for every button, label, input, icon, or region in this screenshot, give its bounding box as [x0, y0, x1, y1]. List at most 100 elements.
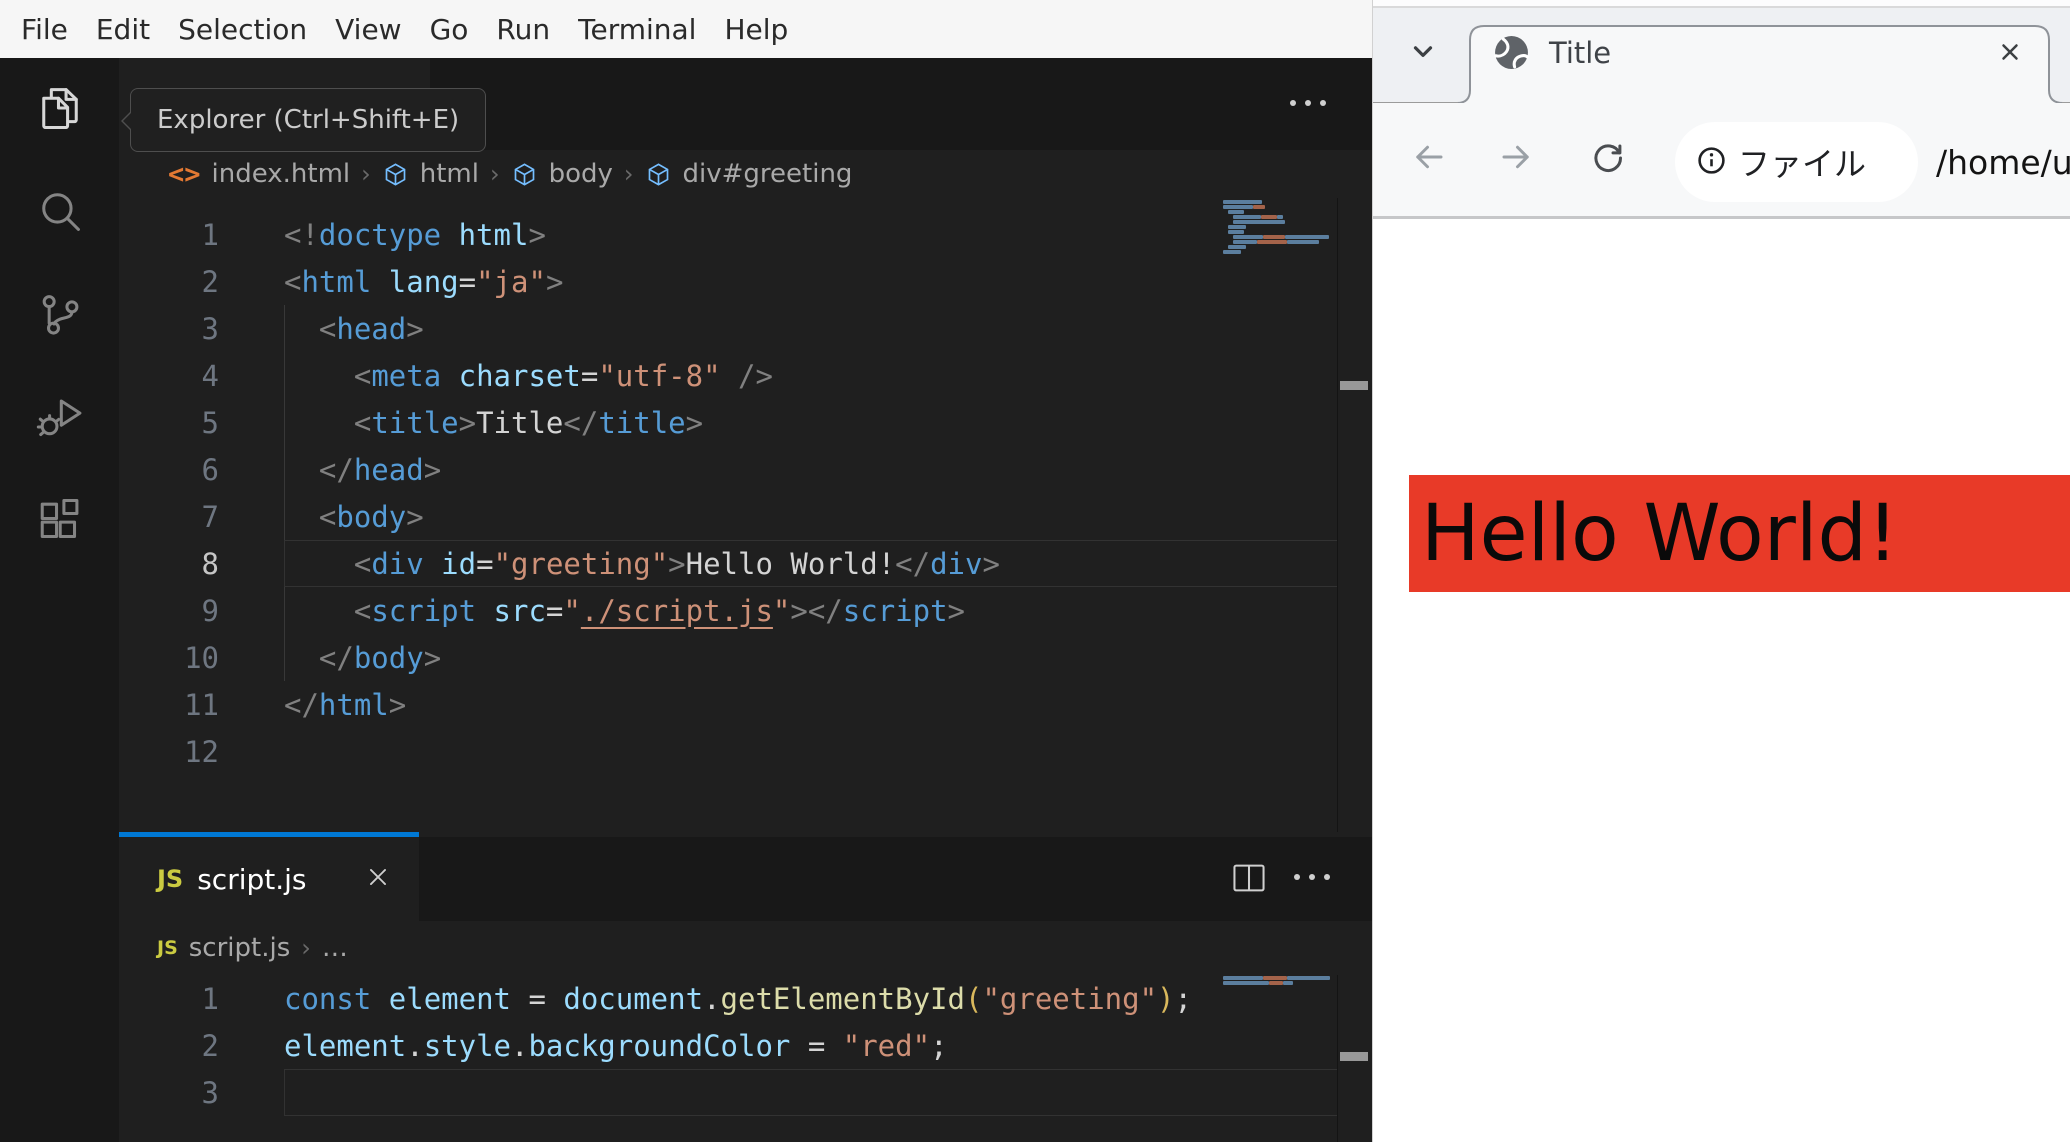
- code-line[interactable]: 2 element.style.backgroundColor = "red";: [119, 1022, 1337, 1069]
- code-line[interactable]: 6 </head>: [119, 446, 1337, 493]
- symbol-cube-icon: [382, 161, 409, 188]
- code-line[interactable]: 10 </body>: [119, 634, 1337, 681]
- menu-item-go[interactable]: Go: [416, 13, 483, 46]
- panel-minimap[interactable]: [1223, 976, 1330, 986]
- breadcrumb-separator-icon: ›: [489, 160, 500, 188]
- menu-item-edit[interactable]: Edit: [82, 13, 164, 46]
- code-line[interactable]: 4 <meta charset="utf-8" />: [119, 352, 1337, 399]
- breadcrumb: <> index.html › html › body › div#greeting: [168, 150, 852, 198]
- code-line[interactable]: 3: [119, 1069, 1337, 1116]
- activity-run-debug-button[interactable]: [0, 367, 119, 470]
- back-button[interactable]: [1409, 139, 1449, 179]
- menu-item-view[interactable]: View: [321, 13, 415, 46]
- files-icon: [34, 82, 86, 138]
- breadcrumb-item[interactable]: html: [420, 159, 479, 189]
- js-code-editor[interactable]: 1 const element = document.getElementById…: [119, 975, 1337, 1116]
- activity-extensions-button[interactable]: [0, 470, 119, 573]
- split-editor-button[interactable]: [1231, 862, 1267, 898]
- breadcrumb-item[interactable]: index.html: [212, 159, 351, 189]
- code-line[interactable]: 8 <div id="greeting">Hello World!</div>: [119, 540, 1337, 587]
- forward-button[interactable]: [1496, 139, 1536, 179]
- tab-label: script.js: [197, 862, 307, 896]
- menu-item-selection[interactable]: Selection: [164, 13, 321, 46]
- breadcrumb-separator-icon: ›: [301, 934, 311, 962]
- line-number: 2: [201, 1028, 219, 1063]
- run-debug-icon: [34, 391, 86, 447]
- close-browser-tab-button[interactable]: [1993, 38, 2027, 70]
- chip-label: ファイル: [1738, 145, 1867, 183]
- browser-window: Title ファイル /home/u Hello World!: [1372, 0, 2070, 1142]
- line-number: 1: [201, 217, 219, 252]
- extensions-icon: [34, 494, 86, 550]
- explorer-tooltip: Explorer (Ctrl+Shift+E): [120, 88, 487, 152]
- breadcrumb-item[interactable]: body: [549, 159, 613, 189]
- screen: File Edit Selection View Go Run Terminal Help: [0, 0, 2070, 1142]
- tab-script-js[interactable]: JS script.js: [119, 837, 419, 921]
- current-line-highlight: [284, 1069, 1337, 1116]
- code-line[interactable]: 1 const element = document.getElementById…: [119, 975, 1337, 1022]
- symbol-cube-icon: [511, 161, 538, 188]
- line-number: 5: [201, 405, 219, 440]
- reload-button[interactable]: [1587, 140, 1627, 180]
- overview-ruler-cursor-mark: [1340, 381, 1368, 390]
- menu-item-terminal[interactable]: Terminal: [564, 13, 710, 46]
- browser-active-tab-shape: [1373, 25, 2070, 104]
- line-number: 3: [201, 1075, 219, 1110]
- panel-minimap-border: [1337, 975, 1338, 1142]
- minimap[interactable]: [1223, 200, 1330, 255]
- menu-item-file[interactable]: File: [7, 13, 82, 46]
- panel-more-actions-button[interactable]: [1294, 874, 1330, 880]
- greeting-banner: Hello World!: [1409, 475, 2070, 592]
- arrow-right-icon: [1498, 139, 1534, 179]
- panel-overview-ruler-cursor-mark: [1340, 1052, 1368, 1061]
- tab-search-button[interactable]: [1399, 34, 1447, 72]
- activity-source-control-button[interactable]: [0, 264, 119, 367]
- vscode-menu-bar: File Edit Selection View Go Run Terminal Help: [0, 0, 1372, 58]
- search-icon: [34, 185, 86, 241]
- menu-item-help[interactable]: Help: [710, 13, 802, 46]
- chevron-down-icon: [1408, 36, 1438, 70]
- browser-tab[interactable]: Title: [1549, 34, 1611, 72]
- code-line[interactable]: 7 <body>: [119, 493, 1337, 540]
- editor-more-actions-button[interactable]: [1290, 100, 1326, 106]
- browser-page-content: Hello World!: [1373, 219, 2070, 1142]
- code-file-icon: <>: [168, 158, 201, 190]
- arrow-left-icon: [1411, 139, 1447, 179]
- reload-icon: [1589, 140, 1625, 180]
- code-line[interactable]: 12: [119, 728, 1337, 775]
- ellipsis-icon: [1290, 100, 1296, 106]
- code-line[interactable]: 5 <title>Title</title>: [119, 399, 1337, 446]
- line-number: 11: [184, 687, 219, 722]
- activity-explorer-button[interactable]: [0, 58, 119, 161]
- current-line-highlight: [284, 540, 1337, 587]
- menu-item-run[interactable]: Run: [482, 13, 564, 46]
- site-info-chip[interactable]: ファイル: [1675, 122, 1918, 202]
- greeting-heading: Hello World!: [1421, 488, 1899, 579]
- js-icon: JS: [157, 937, 178, 959]
- code-line[interactable]: 1 <!doctype html>: [119, 211, 1337, 258]
- close-tab-button[interactable]: [365, 864, 391, 894]
- globe-favicon: [1493, 34, 1530, 75]
- activity-search-button[interactable]: [0, 161, 119, 264]
- breadcrumb-item[interactable]: script.js: [189, 933, 291, 963]
- js-icon: JS: [157, 865, 184, 893]
- line-number: 8: [201, 546, 219, 581]
- code-line[interactable]: 9 <script src="./script.js"></script>: [119, 587, 1337, 634]
- code-line[interactable]: 11 </html>: [119, 681, 1337, 728]
- line-number: 4: [201, 358, 219, 393]
- breadcrumb-item[interactable]: …: [322, 933, 348, 963]
- url-text: /home/u: [1936, 142, 2070, 182]
- code-line[interactable]: 2 <html lang="ja">: [119, 258, 1337, 305]
- line-number: 12: [184, 734, 219, 769]
- minimap-border: [1337, 198, 1338, 832]
- address-bar-url[interactable]: /home/u: [1936, 122, 2070, 202]
- code-line[interactable]: 3 <head>: [119, 305, 1337, 352]
- info-icon: [1675, 145, 1727, 180]
- source-control-icon: [34, 288, 86, 344]
- breadcrumb-item[interactable]: div#greeting: [683, 159, 853, 189]
- tooltip-text: Explorer (Ctrl+Shift+E): [157, 105, 460, 135]
- symbol-cube-icon: [645, 161, 672, 188]
- line-number: 1: [201, 981, 219, 1016]
- html-code-editor[interactable]: 1 <!doctype html> 2 <html lang="ja"> 3 <head…: [119, 211, 1337, 775]
- line-number: 2: [201, 264, 219, 299]
